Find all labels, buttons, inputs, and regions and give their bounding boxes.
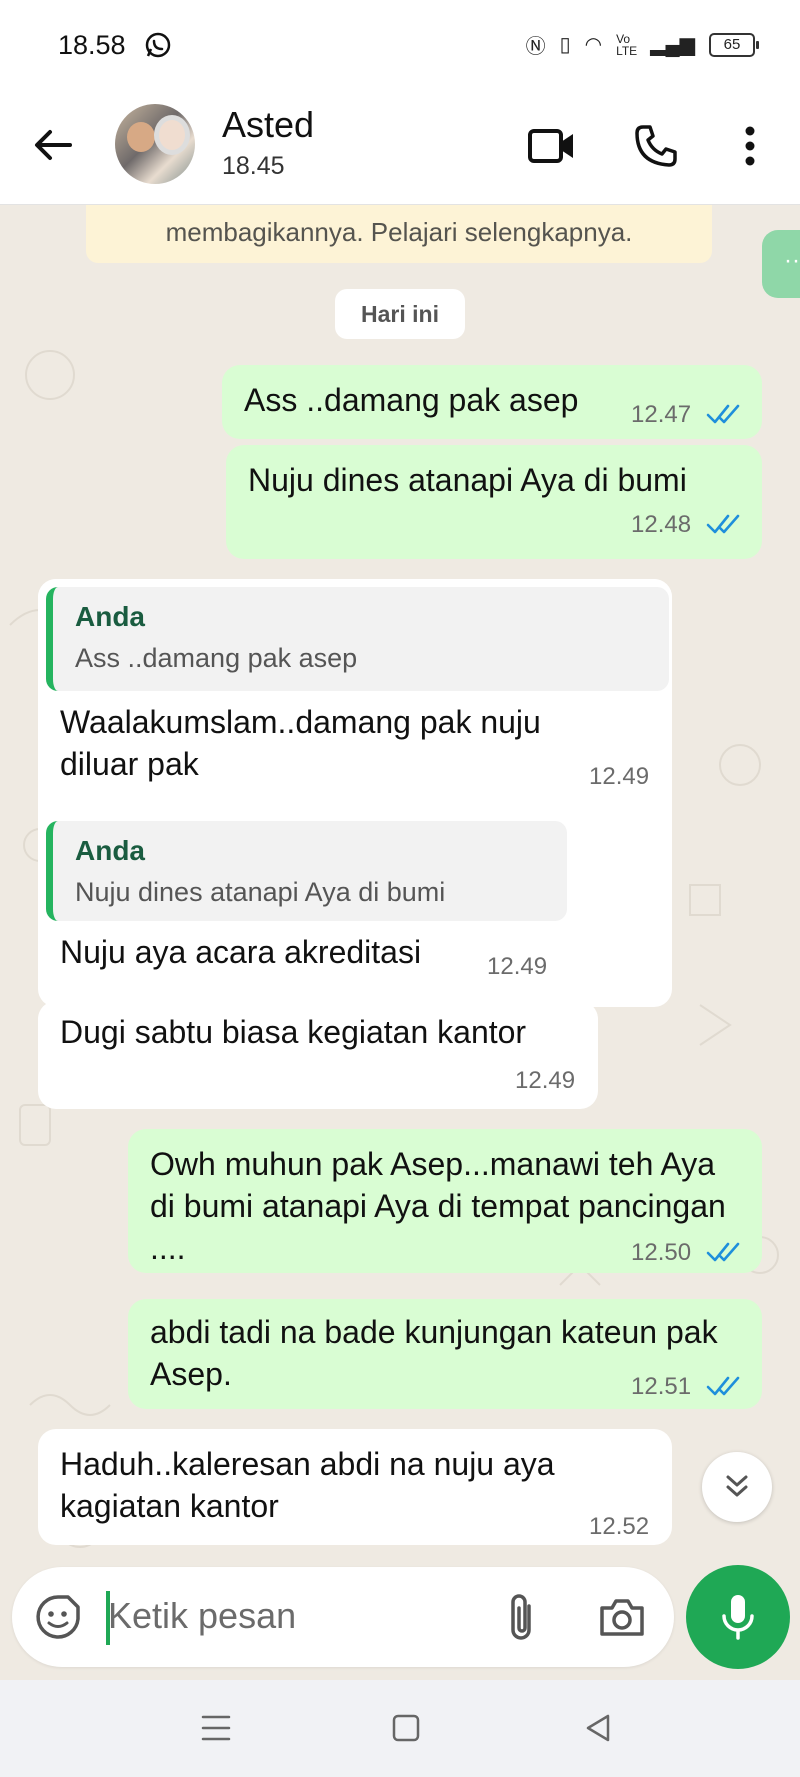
- outgoing-message[interactable]: Owh muhun pak Asep...manawi teh Aya di b…: [128, 1129, 762, 1273]
- recents-button[interactable]: [196, 1708, 236, 1748]
- outgoing-message[interactable]: Ass ..damang pak asep 12.47: [222, 365, 762, 439]
- message-time: 12.48: [631, 511, 692, 538]
- emoji-sticker-button[interactable]: [34, 1593, 82, 1641]
- menu-lines-icon: [201, 1715, 231, 1741]
- message-text: Nuju dines atanapi Aya di bumi: [248, 462, 687, 498]
- message-text: Ass ..damang pak asep: [244, 382, 579, 418]
- voice-message-button[interactable]: [686, 1565, 790, 1669]
- message-time: 12.51: [631, 1373, 692, 1400]
- read-ticks-icon: [706, 1242, 740, 1262]
- message-time: 12.52: [589, 1513, 650, 1540]
- message-text: Haduh..kaleresan abdi na nuju aya kagiat…: [60, 1446, 555, 1524]
- volte-icon: Vo LTE: [616, 31, 638, 58]
- status-bar: 18.58 Ⓝ ▯ ◠ Vo LTE ▂▄▆ 65: [0, 0, 800, 92]
- contact-name[interactable]: Asted: [222, 104, 314, 146]
- battery-icon: 65: [709, 32, 759, 57]
- camera-icon: [600, 1599, 644, 1636]
- more-vert-icon: [745, 126, 755, 166]
- phone-icon: [635, 125, 677, 167]
- outgoing-message[interactable]: Nuju dines atanapi Aya di bumi 12.48: [226, 445, 762, 559]
- back-arrow-icon[interactable]: [30, 122, 76, 168]
- contact-last-seen: 18.45: [222, 152, 285, 180]
- triangle-back-icon: [586, 1714, 610, 1742]
- square-home-icon: [392, 1714, 420, 1742]
- message-text: Waalakumslam..damang pak nuju diluar pak: [60, 704, 541, 782]
- video-camera-icon: [528, 129, 573, 163]
- date-separator: Hari ini: [335, 289, 465, 339]
- signal-icon: ▂▄▆: [650, 34, 695, 56]
- status-time: 18.58: [58, 30, 126, 60]
- double-chevron-down-icon: [726, 1475, 748, 1497]
- message-composer[interactable]: Ketik pesan: [12, 1567, 674, 1667]
- camera-button[interactable]: [592, 1587, 652, 1647]
- message-time: 12.49: [487, 953, 548, 980]
- quote-author: Anda: [75, 601, 145, 632]
- outgoing-message[interactable]: abdi tadi na bade kunjungan kateun pak A…: [128, 1299, 762, 1409]
- security-notice[interactable]: membagikannya. Pelajari selengkapnya.: [86, 205, 712, 263]
- paperclip-icon: [511, 1594, 531, 1640]
- incoming-reply-message[interactable]: Anda Ass ..damang pak asep Waalakumslam.…: [38, 579, 672, 807]
- incoming-message[interactable]: Dugi sabtu biasa kegiatan kantor 12.49: [38, 1001, 598, 1109]
- read-ticks-icon: [706, 514, 740, 534]
- incoming-reply-message[interactable]: Anda Nuju dines atanapi Aya di bumi Nuju…: [38, 813, 570, 993]
- home-button[interactable]: [386, 1708, 426, 1748]
- sticker-emoji-icon: [36, 1595, 80, 1639]
- system-navigation-bar: [0, 1680, 800, 1777]
- message-time: 12.50: [631, 1239, 692, 1266]
- quote-text: Nuju dines atanapi Aya di bumi: [75, 877, 446, 907]
- scroll-to-bottom-button[interactable]: [702, 1452, 772, 1522]
- vibrate-icon: ▯: [559, 34, 571, 56]
- message-text: Nuju aya acara akreditasi: [60, 934, 422, 970]
- whatsapp-notification-icon: [145, 32, 171, 58]
- more-options-button[interactable]: [730, 118, 770, 174]
- quote-text: Ass ..damang pak asep: [75, 643, 358, 673]
- quote-author: Anda: [75, 835, 145, 866]
- message-time: 12.49: [589, 763, 650, 790]
- incoming-message[interactable]: Haduh..kaleresan abdi na nuju aya kagiat…: [38, 1429, 672, 1545]
- read-ticks-icon: [706, 1376, 740, 1396]
- message-time: 12.47: [631, 401, 692, 428]
- chat-area[interactable]: membagikannya. Pelajari selengkapnya. Ha…: [0, 205, 800, 1565]
- wifi-icon: ◠: [584, 34, 603, 56]
- voice-call-button[interactable]: [628, 118, 684, 174]
- nfc-icon: Ⓝ: [525, 36, 546, 58]
- message-input[interactable]: Ketik pesan: [108, 1595, 296, 1637]
- read-ticks-icon: [706, 404, 740, 424]
- back-button[interactable]: [578, 1708, 618, 1748]
- quoted-message[interactable]: Anda Ass ..damang pak asep: [46, 587, 669, 691]
- message-text: Dugi sabtu biasa kegiatan kantor: [60, 1014, 527, 1050]
- video-call-button[interactable]: [524, 118, 580, 174]
- message-time: 12.49: [515, 1067, 576, 1094]
- avatar[interactable]: [115, 104, 195, 184]
- chat-header: Asted 18.45 ··: [0, 92, 800, 298]
- microphone-icon: [722, 1595, 754, 1640]
- attach-button[interactable]: [492, 1587, 552, 1647]
- quoted-message[interactable]: Anda Nuju dines atanapi Aya di bumi: [46, 821, 567, 921]
